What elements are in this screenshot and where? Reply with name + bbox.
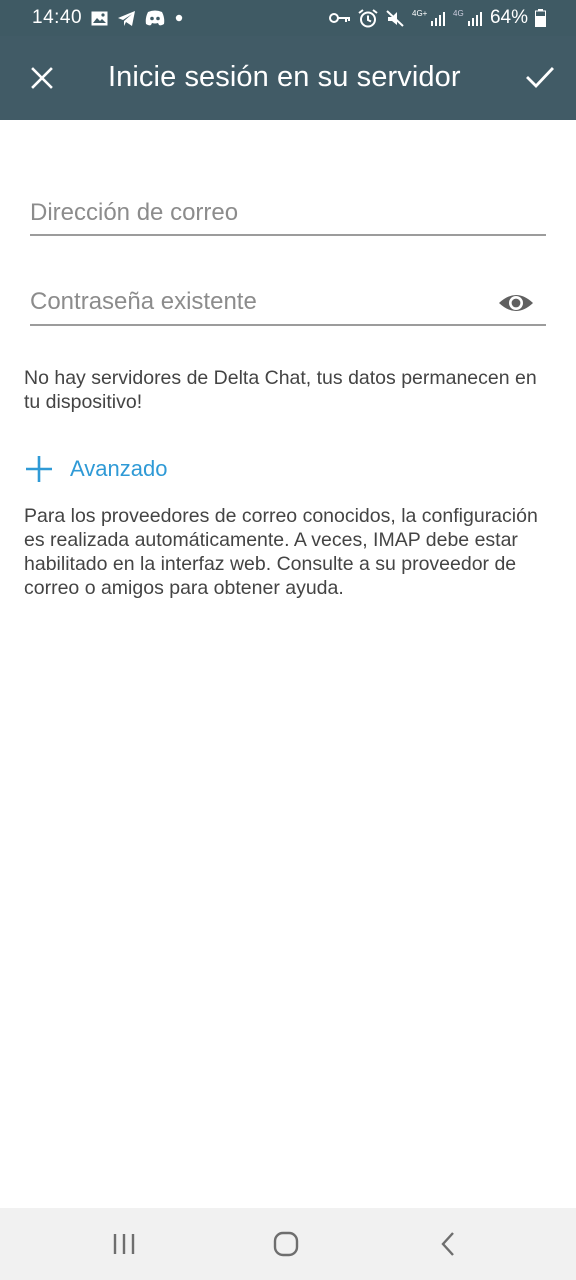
status-time: 14:40 <box>32 7 83 28</box>
battery-percent: 64% <box>489 7 528 28</box>
status-right: 4G+ 4G 64% <box>328 7 546 29</box>
alarm-icon <box>358 8 378 28</box>
back-icon <box>441 1232 454 1256</box>
navigation-bar <box>0 1208 576 1280</box>
status-left: 14:40 <box>32 7 184 29</box>
confirm-button[interactable] <box>518 58 562 98</box>
help-text: Para los proveedores de correo conocidos… <box>24 505 538 599</box>
network-type-1: 4G+ <box>412 9 428 18</box>
email-field-container <box>30 196 546 236</box>
advanced-label: Avanzado <box>70 456 168 481</box>
recents-icon <box>113 1234 135 1254</box>
dot-icon <box>174 13 184 23</box>
eye-icon[interactable] <box>498 289 534 317</box>
signal-icon-2: 4G <box>453 8 483 28</box>
battery-icon <box>535 9 546 27</box>
status-bar: 14:40 4G+ 4G 64% <box>0 0 576 36</box>
close-button[interactable] <box>22 58 62 98</box>
plus-icon <box>26 456 52 482</box>
advanced-button[interactable]: Avanzado <box>24 454 167 484</box>
close-icon <box>31 67 53 89</box>
recents-button[interactable] <box>101 1226 149 1262</box>
back-button[interactable] <box>424 1226 472 1262</box>
check-icon <box>526 67 554 89</box>
page-title: Inicie sesión en su servidor <box>108 61 461 93</box>
email-field[interactable] <box>30 196 546 230</box>
signal-icon-1: 4G+ <box>412 8 446 28</box>
home-button[interactable] <box>262 1226 310 1262</box>
gallery-icon <box>91 11 108 26</box>
mute-icon <box>385 9 405 28</box>
privacy-notice: No hay servidores de Delta Chat, tus dat… <box>24 367 537 413</box>
network-type-2: 4G <box>453 9 464 18</box>
password-field-container <box>30 285 546 326</box>
app-bar: Inicie sesión en su servidor <box>0 36 576 120</box>
password-field[interactable] <box>30 285 546 319</box>
telegram-icon <box>117 10 136 27</box>
login-screen: 14:40 4G+ 4G 64% Inicie sesión en su ser… <box>0 0 576 1280</box>
key-icon <box>328 11 351 25</box>
home-icon <box>273 1231 299 1257</box>
discord-icon <box>145 10 165 26</box>
